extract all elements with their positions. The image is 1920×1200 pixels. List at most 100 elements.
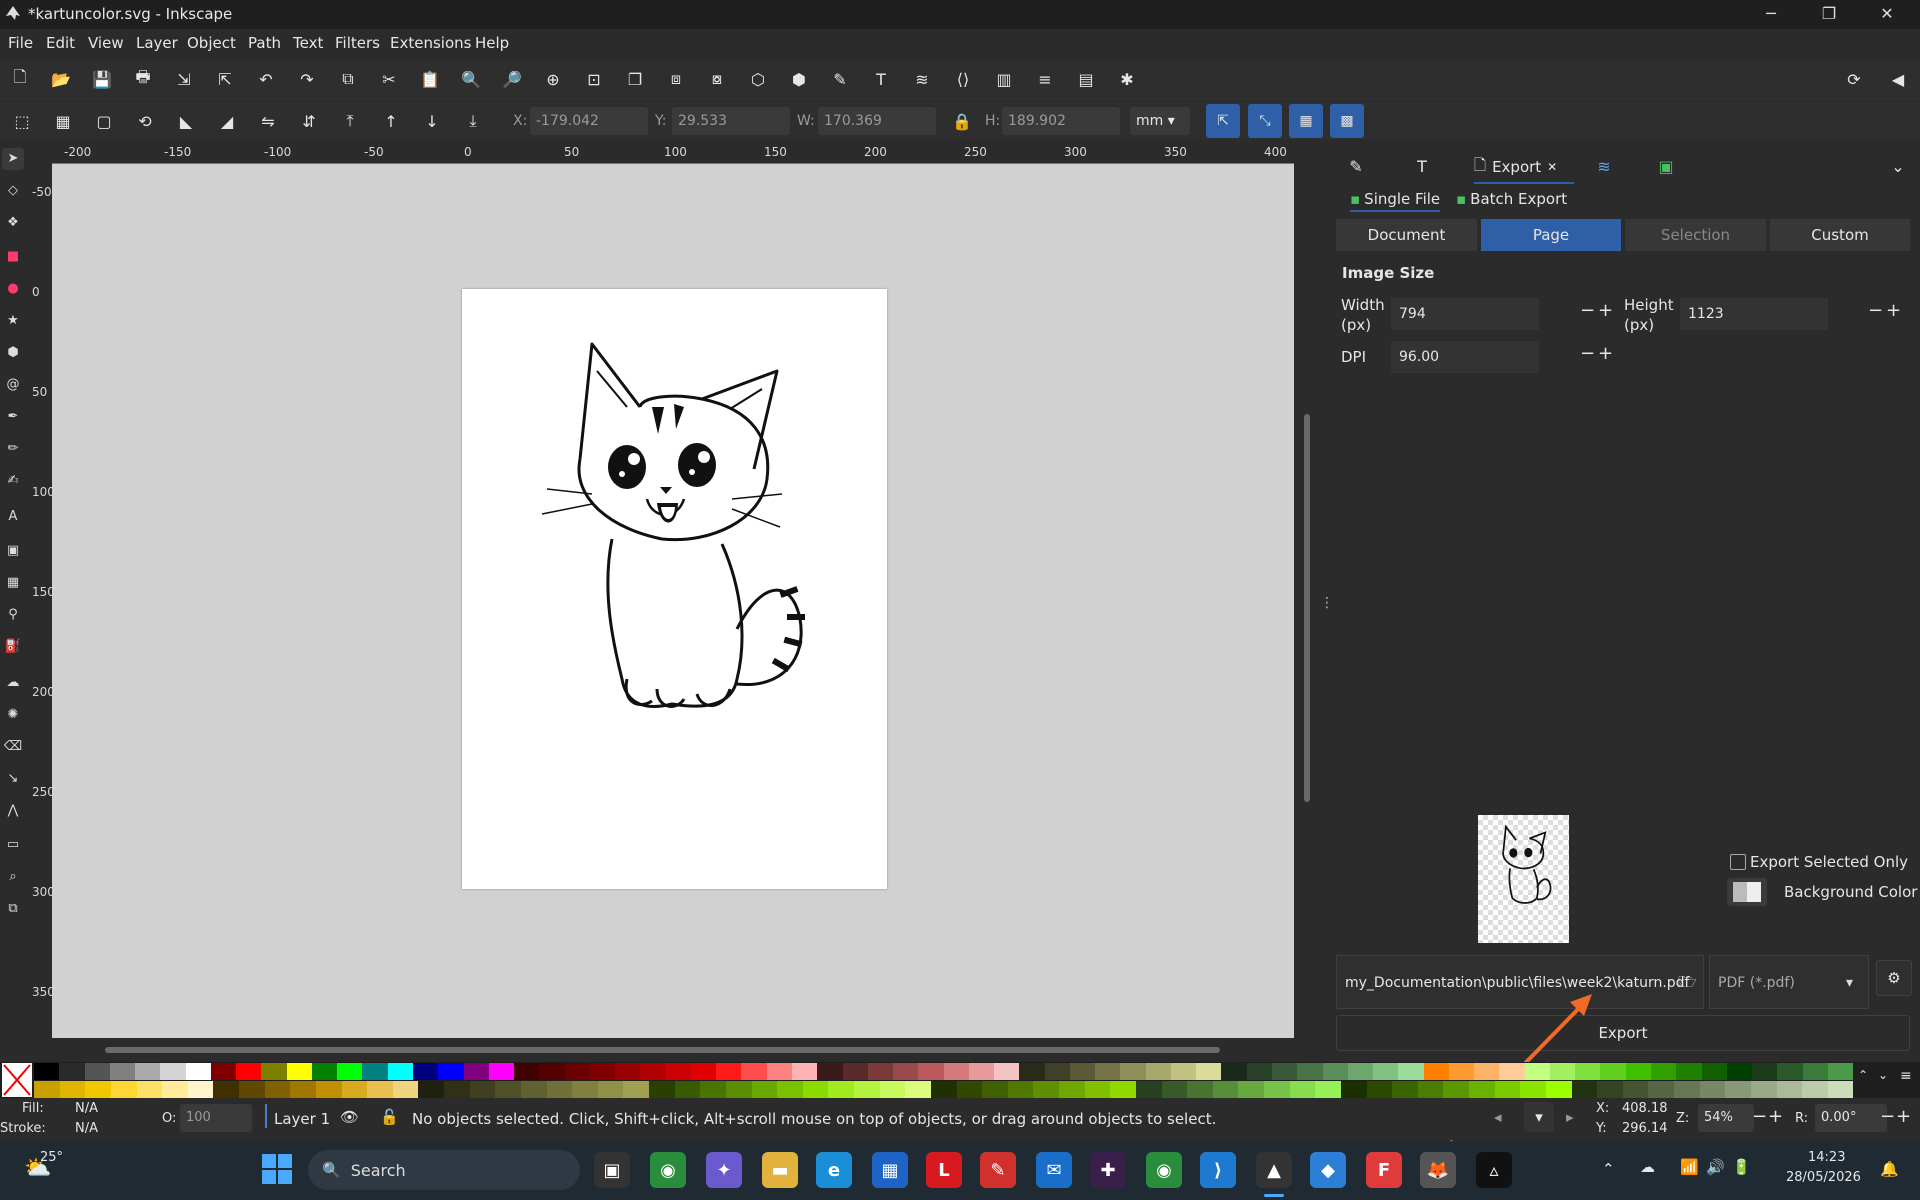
- palette-swatch[interactable]: [315, 1081, 342, 1098]
- palette-swatch[interactable]: [514, 1063, 540, 1080]
- palette-swatch[interactable]: [187, 1081, 214, 1098]
- mesh-tool-icon[interactable]: ▦: [2, 572, 24, 594]
- slack-app-icon[interactable]: ✚: [1090, 1152, 1126, 1188]
- palette-swatch[interactable]: [879, 1081, 906, 1098]
- collapse-toolbar-icon[interactable]: ◀: [1884, 65, 1912, 93]
- previous-page-icon[interactable]: ◂: [1494, 1108, 1502, 1126]
- dropper-tool-icon[interactable]: ⚲: [2, 604, 24, 626]
- palette-swatch[interactable]: [982, 1081, 1008, 1098]
- palette-swatch[interactable]: [867, 1063, 894, 1080]
- layers-icon[interactable]: ≋: [908, 65, 936, 93]
- layer-lock-icon[interactable]: 🔓: [380, 1108, 399, 1126]
- palette-swatch[interactable]: [337, 1063, 363, 1080]
- flip-horizontal-icon[interactable]: ⇋: [254, 107, 282, 135]
- palette-swatch[interactable]: [34, 1063, 60, 1080]
- tweak-tool-icon[interactable]: ❖: [2, 212, 24, 234]
- palette-swatch[interactable]: [1272, 1063, 1298, 1080]
- undo-icon[interactable]: ↶: [252, 65, 280, 93]
- dpi-increment-button[interactable]: +: [1598, 343, 1613, 364]
- palette-swatch[interactable]: [109, 1063, 136, 1080]
- export-tab[interactable]: 🗋 Export ✕: [1474, 152, 1574, 184]
- chevron-down-icon[interactable]: ⌄: [1884, 152, 1912, 180]
- palette-swatch[interactable]: [615, 1063, 641, 1080]
- palette-swatch[interactable]: [968, 1063, 995, 1080]
- spiral-tool-icon[interactable]: @: [2, 374, 24, 396]
- menu-object[interactable]: Object: [187, 34, 236, 52]
- palette-swatch[interactable]: [1776, 1081, 1803, 1098]
- group-icon[interactable]: ⬡: [744, 65, 772, 93]
- palette-swatch[interactable]: [1033, 1081, 1059, 1098]
- palette-swatch[interactable]: [1398, 1063, 1424, 1080]
- palette-swatch[interactable]: [110, 1081, 137, 1098]
- palette-swatch[interactable]: [135, 1063, 161, 1080]
- area-selection-button[interactable]: Selection: [1625, 219, 1766, 251]
- next-page-icon[interactable]: ▸: [1566, 1108, 1574, 1126]
- palette-swatch[interactable]: [905, 1081, 931, 1098]
- palette-swatch[interactable]: [1322, 1063, 1348, 1080]
- maximize-button[interactable]: ❐: [1800, 0, 1858, 29]
- palette-swatch[interactable]: [539, 1063, 565, 1080]
- palette-swatch[interactable]: [1625, 1063, 1651, 1080]
- palette-swatch[interactable]: [392, 1081, 419, 1098]
- file-explorer-icon[interactable]: ▬: [762, 1152, 798, 1188]
- height-increment-button[interactable]: +: [1886, 300, 1901, 321]
- save-icon[interactable]: 💾: [88, 65, 116, 93]
- new-document-icon[interactable]: 🗋: [6, 65, 34, 93]
- copilot-app-icon[interactable]: ✦: [706, 1152, 742, 1188]
- deselect-icon[interactable]: ▢: [90, 107, 118, 135]
- palette-swatch[interactable]: [1651, 1063, 1677, 1080]
- menu-view[interactable]: View: [88, 34, 124, 52]
- palette-swatch[interactable]: [1443, 1081, 1469, 1098]
- palette-swatch[interactable]: [162, 1081, 188, 1098]
- preferences-icon[interactable]: ✱: [1113, 65, 1141, 93]
- palette-swatch[interactable]: [1674, 1081, 1700, 1098]
- store-app-icon[interactable]: ▦: [872, 1152, 908, 1188]
- palette-swatch[interactable]: [1059, 1081, 1085, 1098]
- chrome-app-icon[interactable]: ◉: [650, 1152, 686, 1188]
- scale-corners-button[interactable]: ⤡: [1248, 104, 1282, 138]
- palette-swatch[interactable]: [623, 1081, 649, 1098]
- palette-swatch[interactable]: [640, 1063, 666, 1080]
- palette-scroll-up-icon[interactable]: ⌃: [1858, 1068, 1868, 1082]
- palette-swatch[interactable]: [802, 1081, 829, 1098]
- palette-swatch[interactable]: [84, 1063, 110, 1080]
- height-input[interactable]: 1123: [1680, 298, 1828, 330]
- cut-icon[interactable]: ✂: [375, 65, 403, 93]
- palette-swatch[interactable]: [918, 1063, 944, 1080]
- palette-swatch[interactable]: [1095, 1063, 1121, 1080]
- print-icon[interactable]: 🖶: [129, 65, 157, 93]
- duplicate-icon[interactable]: ❐: [621, 65, 649, 93]
- palette-swatch[interactable]: [1752, 1063, 1778, 1080]
- palette-swatch[interactable]: [160, 1063, 186, 1080]
- ungroup-icon[interactable]: ⬢: [785, 65, 813, 93]
- palette-swatch[interactable]: [367, 1081, 393, 1098]
- rotation-input[interactable]: 0.00°: [1815, 1104, 1887, 1132]
- palette-swatch[interactable]: [239, 1081, 265, 1098]
- palette-swatch[interactable]: [1340, 1081, 1367, 1098]
- palette-swatch[interactable]: [1750, 1081, 1777, 1098]
- export-selected-only-checkbox[interactable]: [1730, 854, 1746, 870]
- area-document-button[interactable]: Document: [1336, 219, 1477, 251]
- palette-swatch[interactable]: [1597, 1081, 1623, 1098]
- palette-swatch[interactable]: [1499, 1063, 1525, 1080]
- palette-swatch[interactable]: [341, 1081, 368, 1098]
- pencil-tool-icon[interactable]: ✏: [2, 438, 24, 460]
- palette-swatch[interactable]: [1246, 1063, 1273, 1080]
- palette-swatch[interactable]: [1777, 1063, 1803, 1080]
- close-button[interactable]: ✕: [1858, 0, 1916, 29]
- edge-app-icon[interactable]: e: [816, 1152, 852, 1188]
- raise-icon[interactable]: ↑: [377, 107, 405, 135]
- dpi-input[interactable]: 96.00: [1391, 341, 1539, 373]
- palette-swatch[interactable]: [1069, 1063, 1096, 1080]
- rotate-90-cw-icon[interactable]: ◢: [213, 107, 241, 135]
- palette-swatch[interactable]: [1392, 1081, 1418, 1098]
- paint-app-icon[interactable]: ◆: [1310, 1152, 1346, 1188]
- palette-swatch[interactable]: [469, 1081, 496, 1098]
- fill-stroke-tab-icon[interactable]: ✎: [1342, 152, 1370, 180]
- palette-swatch[interactable]: [85, 1081, 111, 1098]
- selector-tool-icon[interactable]: ➤: [2, 148, 24, 170]
- palette-swatch[interactable]: [1366, 1081, 1393, 1098]
- palette-swatch[interactable]: [546, 1081, 573, 1098]
- palette-swatch[interactable]: [597, 1081, 624, 1098]
- palette-swatch[interactable]: [311, 1063, 338, 1080]
